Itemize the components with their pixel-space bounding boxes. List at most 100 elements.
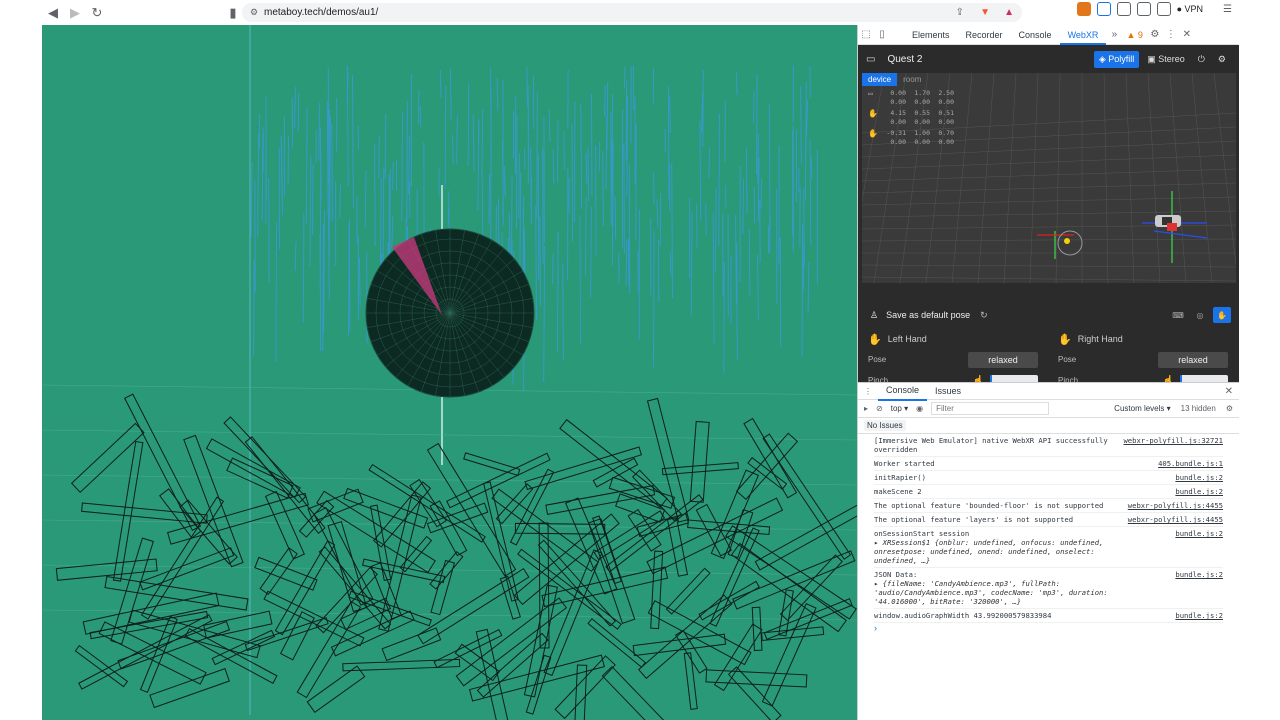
- webxr-viewport[interactable]: [42, 25, 857, 720]
- wireframe-sphere: [365, 228, 535, 398]
- warning-badge[interactable]: ▲ 9: [1122, 30, 1146, 40]
- levels-select[interactable]: Custom levels ▾: [1114, 404, 1171, 413]
- drawer-tab-issues[interactable]: Issues: [927, 383, 969, 400]
- emulator-3d-scene[interactable]: device room ▭ 0.00 1.70 2.50 0.00 0.00 0.00 ✋ 4.…: [862, 73, 1236, 283]
- wire-box: [296, 600, 362, 699]
- console-source-link[interactable]: webxr-polyfill.js:4455: [1128, 501, 1223, 510]
- tab-webxr[interactable]: WebXR: [1059, 25, 1107, 45]
- power-icon[interactable]: ⏻: [1193, 51, 1210, 68]
- audio-spike: [253, 260, 255, 356]
- console-prompt[interactable]: ›: [858, 623, 1239, 633]
- kebab-menu-icon[interactable]: ⋮: [1163, 25, 1179, 45]
- wire-box: [254, 556, 318, 591]
- controller-icon[interactable]: ◎: [1191, 307, 1209, 323]
- device-name[interactable]: Quest 2: [887, 54, 922, 65]
- wire-box: [183, 434, 244, 568]
- no-issues-label[interactable]: No Issues: [864, 420, 906, 431]
- scene-tab-device[interactable]: device: [862, 73, 898, 86]
- pose-value: 2.50: [938, 89, 954, 97]
- drawer-menu-icon[interactable]: ⋮: [858, 387, 878, 396]
- console-object-preview[interactable]: ▸ {fileName: 'CandyAmbience.mp3', fullPa…: [874, 579, 1114, 606]
- webxr-extension-icon[interactable]: [1096, 2, 1111, 16]
- console-source-link[interactable]: webxr-polyfill.js:4455: [1128, 515, 1223, 524]
- console-source-link[interactable]: bundle.js:2: [1175, 611, 1223, 620]
- audio-spike: [735, 71, 738, 95]
- emulator-settings-icon[interactable]: ⚙: [1213, 51, 1231, 68]
- brave-shield-icon[interactable]: ▼: [980, 7, 990, 18]
- console-source-link[interactable]: bundle.js:2: [1175, 473, 1223, 482]
- menu-icon[interactable]: ☰: [1223, 4, 1232, 15]
- audio-spike: [757, 254, 759, 321]
- wire-box: [381, 627, 442, 662]
- console-message: Worker started: [874, 459, 1114, 468]
- console-message: initRapier(): [874, 473, 1114, 482]
- console-message-text: window.audioGraphWidth 43.99200057983398…: [874, 611, 1052, 620]
- sidebar-toggle-icon[interactable]: ▸: [864, 404, 868, 413]
- audio-spike: [327, 67, 330, 178]
- audio-spike: [488, 173, 491, 224]
- settings-icon[interactable]: ⚙: [1147, 25, 1163, 45]
- device-toolbar-icon[interactable]: ▯: [874, 25, 890, 45]
- tab-console[interactable]: Console: [1011, 25, 1060, 45]
- console-message-text: makeScene 2: [874, 487, 922, 496]
- console-settings-icon[interactable]: ⚙: [1226, 404, 1233, 413]
- brave-rewards-icon[interactable]: ▲: [1004, 7, 1014, 18]
- context-select[interactable]: top ▾: [891, 404, 908, 413]
- person-icon: ♙: [870, 309, 879, 320]
- drawer-tab-console[interactable]: Console: [878, 382, 928, 401]
- console-source-link[interactable]: bundle.js:2: [1175, 529, 1223, 565]
- console-source-link[interactable]: bundle.js:2: [1175, 487, 1223, 496]
- audio-spike: [810, 157, 813, 180]
- more-tabs-icon[interactable]: »: [1106, 25, 1122, 45]
- hand-mode-icon[interactable]: ✋: [1213, 307, 1231, 323]
- console-source-link[interactable]: webxr-polyfill.js:32721: [1123, 436, 1223, 454]
- vpn-button[interactable]: ● VPN: [1177, 4, 1203, 14]
- console-object-preview[interactable]: ▸ XRSession$1 {onblur: undefined, onfocu…: [874, 538, 1114, 565]
- site-info-icon[interactable]: ⚙: [250, 7, 264, 18]
- save-default-pose-button[interactable]: Save as default pose: [886, 310, 970, 320]
- scene-tab-room[interactable]: room: [897, 73, 927, 86]
- forward-icon[interactable]: ▶: [64, 2, 86, 24]
- address-bar[interactable]: ⚙ metaboy.tech/demos/au1/ ⇪ ▼ ▲: [242, 3, 1022, 22]
- bookmark-icon[interactable]: ▮: [222, 2, 244, 24]
- metamask-icon[interactable]: [1076, 2, 1091, 16]
- inspect-icon[interactable]: ⬚: [858, 25, 874, 45]
- audio-spike: [305, 107, 308, 224]
- audio-spike: [522, 196, 525, 279]
- tab-recorder[interactable]: Recorder: [958, 25, 1011, 45]
- console-message: onSessionStart session ▸ XRSession$1 {onb…: [874, 529, 1114, 565]
- wire-box: [244, 436, 326, 534]
- close-devtools-icon[interactable]: ✕: [1179, 25, 1195, 45]
- tab-elements[interactable]: Elements: [904, 25, 958, 45]
- audio-spike: [535, 205, 537, 321]
- extensions-area: ● VPN ☰: [1076, 2, 1232, 16]
- clear-console-icon[interactable]: ⊘: [876, 404, 883, 413]
- filter-input[interactable]: [931, 402, 1050, 415]
- wire-box: [713, 623, 763, 692]
- stereo-button[interactable]: ▣ Stereo: [1142, 51, 1190, 68]
- audio-spike: [667, 86, 670, 200]
- audio-spike: [294, 241, 297, 272]
- reset-pose-icon[interactable]: ↻: [980, 310, 988, 321]
- audio-spike: [444, 85, 447, 189]
- puzzle-icon[interactable]: [1116, 2, 1131, 16]
- keyboard-icon[interactable]: ⌨: [1169, 307, 1187, 323]
- console-toolbar: ▸ ⊘ top ▾ ◉ Custom levels ▾ 13 hidden ⚙: [858, 400, 1239, 418]
- console-source-link[interactable]: 405.bundle.js:1: [1158, 459, 1223, 468]
- wallet-icon[interactable]: [1156, 2, 1171, 16]
- audio-spike: [563, 131, 565, 170]
- share-icon[interactable]: ⇪: [956, 7, 964, 18]
- reload-icon[interactable]: ↻: [86, 2, 108, 24]
- scene-canvas: [42, 25, 857, 720]
- wire-box: [139, 615, 178, 693]
- sidebar-icon[interactable]: [1136, 2, 1151, 16]
- wire-box: [149, 668, 230, 709]
- audio-spike: [548, 109, 551, 142]
- back-icon[interactable]: ◀: [42, 2, 64, 24]
- close-drawer-icon[interactable]: ✕: [1225, 386, 1233, 397]
- left-pose-select[interactable]: relaxed: [968, 351, 1038, 368]
- right-pose-select[interactable]: relaxed: [1158, 351, 1228, 368]
- console-source-link[interactable]: bundle.js:2: [1175, 570, 1223, 606]
- eye-icon[interactable]: ◉: [916, 404, 923, 413]
- polyfill-button[interactable]: ◈ Polyfill: [1093, 50, 1140, 68]
